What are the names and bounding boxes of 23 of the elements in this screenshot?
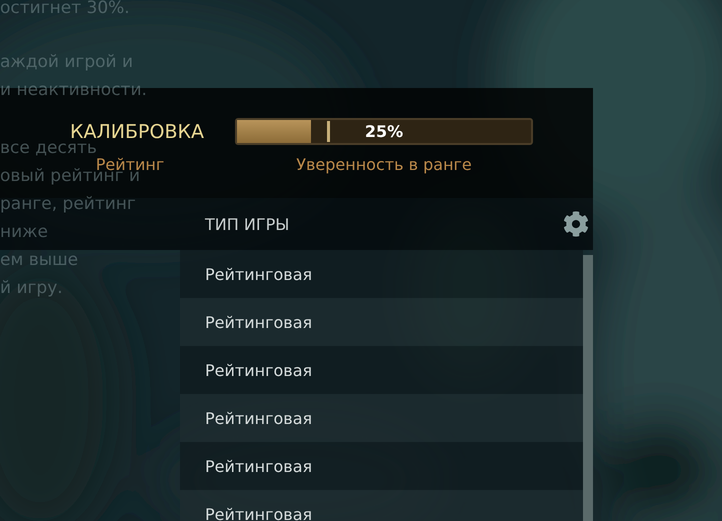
background-text: ем выше — [0, 249, 80, 272]
column-title: ТИП ИГРЫ — [205, 214, 290, 234]
game-row[interactable]: Рейтинговая — [180, 490, 583, 521]
confidence-reading: 25% — [364, 122, 404, 141]
game-row[interactable]: Рейтинговая — [180, 298, 583, 346]
game-row[interactable]: Рейтинговая — [180, 394, 583, 442]
game-type: Рейтинговая — [205, 408, 312, 428]
background-text: ранге, рейтинг — [0, 193, 137, 216]
game-row[interactable]: Рейтинговая — [180, 346, 583, 394]
background-text: й игру. — [0, 277, 64, 300]
game-type: Рейтинговая — [205, 312, 312, 332]
scrollbar[interactable] — [583, 255, 593, 521]
settings-icon[interactable] — [563, 211, 589, 237]
game-row[interactable]: Рейтинговая — [180, 250, 583, 298]
game-type: Рейтинговая — [205, 264, 312, 284]
game-type: Рейтинговая — [205, 360, 312, 380]
background-text: и неактивности. — [0, 79, 147, 102]
background-text: ниже — [0, 221, 49, 244]
threshold-marker — [327, 121, 330, 142]
game-type: Рейтинговая — [205, 504, 312, 521]
game-row[interactable]: Рейтинговая — [180, 442, 583, 490]
confidence-label: Уверенность в ранге — [295, 155, 473, 174]
game-type: Рейтинговая — [205, 456, 312, 476]
